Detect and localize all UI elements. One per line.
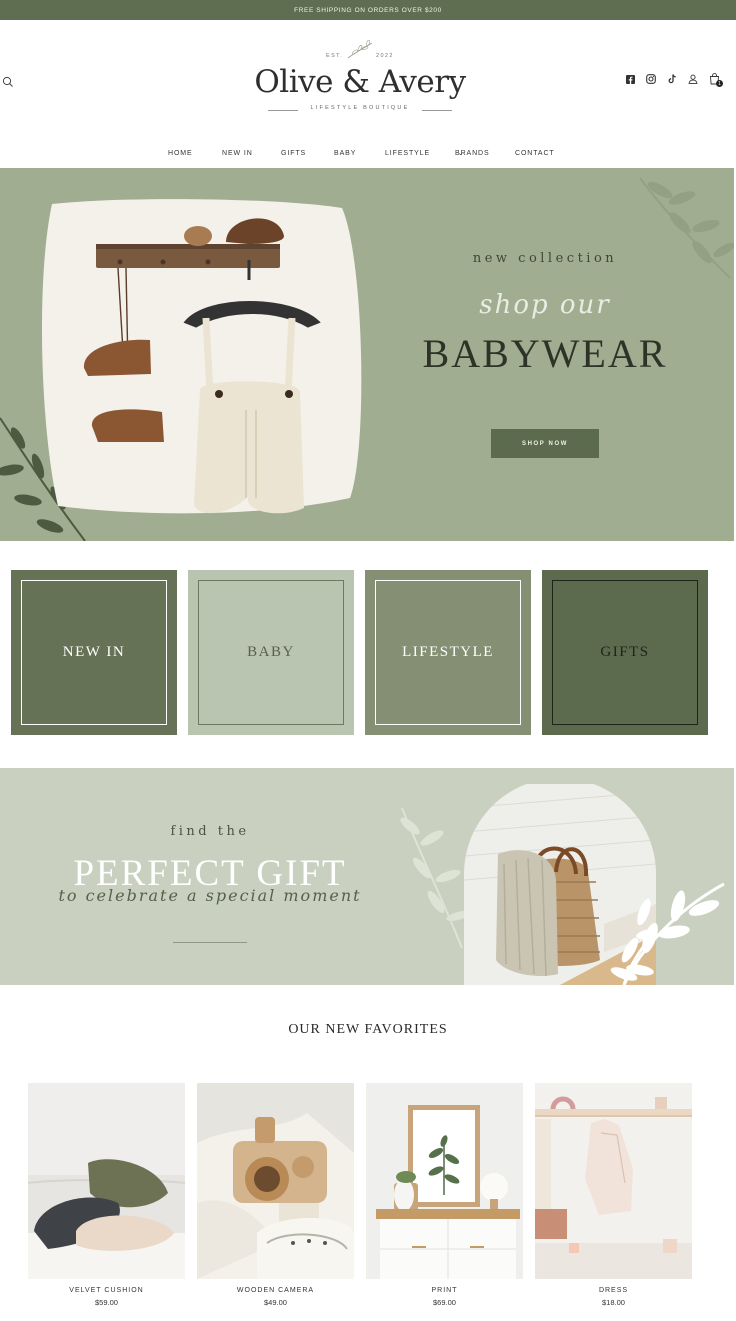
product-image xyxy=(197,1083,354,1279)
hero-kicker: new collection xyxy=(472,251,618,266)
product-name[interactable]: DRESS xyxy=(535,1287,692,1294)
leaf-decoration-icon xyxy=(400,807,470,948)
product-card[interactable]: DRESS $18.00 xyxy=(535,1083,692,1313)
favorites-title: OUR NEW FAVORITES xyxy=(288,1022,448,1037)
hero-script-text: shop our xyxy=(479,290,611,320)
nav-contact[interactable]: CONTACT xyxy=(515,150,555,157)
category-label: LIFESTYLE xyxy=(402,644,494,660)
gift-kicker: find the xyxy=(170,824,250,839)
header-icon-group: 1 xyxy=(624,73,723,87)
product-image xyxy=(28,1083,185,1279)
cart-count-badge: 1 xyxy=(716,80,723,87)
category-label: NEW IN xyxy=(62,644,126,660)
gift-divider xyxy=(173,942,247,943)
product-price: $59.00 xyxy=(95,1298,118,1307)
main-nav: HOME NEW IN GIFTS BABY LIFESTYLE BRANDS ⌄… xyxy=(0,150,736,164)
account-icon[interactable] xyxy=(687,73,699,85)
category-tile-lifestyle[interactable]: LIFESTYLE xyxy=(365,570,531,735)
site-header: EST. 2022 Olive & Avery LIFESTYLE BOUTIQ… xyxy=(0,20,736,168)
instagram-icon[interactable] xyxy=(645,73,657,85)
product-name[interactable]: VELVET CUSHION xyxy=(28,1287,185,1294)
nav-gifts[interactable]: GIFTS xyxy=(281,150,306,157)
announcement-text: FREE SHIPPING ON ORDERS OVER $200 xyxy=(294,6,442,14)
olive-sprig-icon xyxy=(347,40,373,59)
product-price: $18.00 xyxy=(602,1298,625,1307)
category-tile-gifts[interactable]: GIFTS xyxy=(542,570,708,735)
nav-lifestyle[interactable]: LIFESTYLE xyxy=(385,150,430,157)
nav-baby[interactable]: BABY xyxy=(334,150,356,157)
leaf-decoration-icon xyxy=(639,177,734,279)
category-label: BABY xyxy=(247,644,295,660)
product-price: $69.00 xyxy=(433,1298,456,1307)
logo-rule-right xyxy=(422,110,452,111)
leaf-decoration-icon xyxy=(622,882,725,985)
product-card[interactable]: PRINT $69.00 xyxy=(366,1083,523,1313)
facebook-icon[interactable] xyxy=(624,73,636,85)
tiktok-icon[interactable] xyxy=(666,73,678,85)
product-image xyxy=(535,1083,692,1279)
search-icon[interactable] xyxy=(2,75,16,89)
product-name[interactable]: WOODEN CAMERA xyxy=(197,1287,354,1294)
product-price: $49.00 xyxy=(264,1298,287,1307)
category-tile-new-in[interactable]: NEW IN xyxy=(11,570,177,735)
chevron-down-icon: ⌄ xyxy=(458,151,464,157)
brand-name: Olive & Avery xyxy=(254,64,466,100)
category-label: GIFTS xyxy=(600,644,650,660)
hero-headline: BABYWEAR xyxy=(422,331,668,376)
product-name[interactable]: PRINT xyxy=(366,1287,523,1294)
hero-banner: new collection shop our BABYWEAR SHOP NO… xyxy=(0,168,734,541)
product-card[interactable]: WOODEN CAMERA $49.00 xyxy=(197,1083,354,1313)
gift-script-text: to celebrate a special moment xyxy=(58,886,362,905)
cart-icon[interactable]: 1 xyxy=(708,73,723,87)
announcement-bar: FREE SHIPPING ON ORDERS OVER $200 xyxy=(0,0,736,20)
hero-product-photo xyxy=(41,199,362,514)
product-image xyxy=(366,1083,523,1279)
nav-home[interactable]: HOME xyxy=(168,150,193,157)
brand-logo[interactable]: EST. 2022 Olive & Avery LIFESTYLE BOUTIQ… xyxy=(248,38,472,118)
gift-banner[interactable]: find the PERFECT GIFT to celebrate a spe… xyxy=(0,768,734,985)
nav-new-in[interactable]: NEW IN xyxy=(222,150,253,157)
category-tile-baby[interactable]: BABY xyxy=(188,570,354,735)
shop-now-button[interactable]: SHOP NOW xyxy=(491,429,599,458)
product-card[interactable]: VELVET CUSHION $59.00 xyxy=(28,1083,185,1313)
